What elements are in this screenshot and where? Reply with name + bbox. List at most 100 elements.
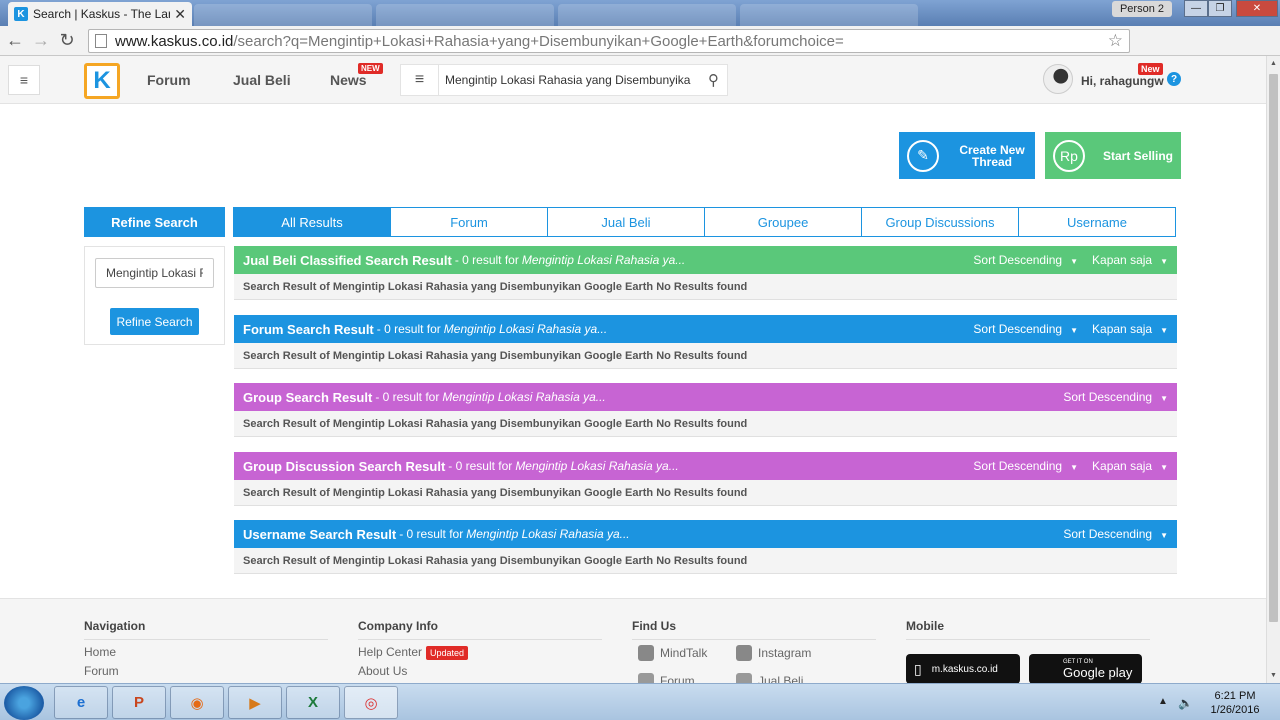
tab-title: Search | Kaskus - The Larg bbox=[33, 7, 171, 21]
start-selling-label: Start Selling bbox=[1102, 148, 1173, 163]
caret-down-icon: ▼ bbox=[1160, 463, 1168, 472]
window-close-icon[interactable]: ✕ bbox=[1236, 0, 1278, 17]
reload-icon[interactable]: ↻ bbox=[56, 30, 78, 52]
result-query: Mengintip Lokasi Rahasia ya... bbox=[515, 459, 679, 473]
time-dropdown[interactable]: Kapan saja ▼ bbox=[1092, 322, 1168, 336]
browser-tab[interactable] bbox=[558, 4, 736, 26]
tab-forum[interactable]: Forum bbox=[390, 207, 548, 237]
caret-down-icon: ▼ bbox=[1160, 257, 1168, 266]
internet-explorer-icon[interactable]: e bbox=[54, 686, 108, 719]
hamburger-menu-icon[interactable]: ≡ bbox=[8, 65, 40, 95]
tray-expand-icon[interactable]: ▲ bbox=[1158, 696, 1168, 707]
search-category-menu-icon[interactable]: ≡ bbox=[401, 65, 439, 95]
tab-groupee[interactable]: Groupee bbox=[704, 207, 862, 237]
user-greeting[interactable]: Hi, rahagungw bbox=[1081, 74, 1164, 88]
tab-close-icon[interactable]: ✕ bbox=[174, 6, 186, 23]
result-group-discussion: Group Discussion Search Result - 0 resul… bbox=[234, 452, 1177, 506]
browser-tab-active[interactable]: K Search | Kaskus - The Larg ✕ bbox=[8, 2, 192, 26]
tab-all-results[interactable]: All Results bbox=[233, 207, 391, 237]
nav-forum[interactable]: Forum bbox=[147, 72, 191, 88]
clock-time: 6:21 PM bbox=[1214, 690, 1256, 702]
footer-link-instagram[interactable]: Instagram bbox=[736, 645, 811, 661]
caret-down-icon: ▼ bbox=[1160, 326, 1168, 335]
result-query: Mengintip Lokasi Rahasia ya... bbox=[521, 253, 686, 267]
nav-news[interactable]: News bbox=[330, 72, 367, 88]
help-icon[interactable]: ? bbox=[1167, 72, 1181, 86]
time-label: Kapan saja bbox=[1092, 253, 1153, 267]
pencil-icon: ✎ bbox=[907, 139, 939, 172]
forward-icon[interactable]: → bbox=[30, 30, 52, 52]
tab-group-discussions[interactable]: Group Discussions bbox=[861, 207, 1019, 237]
result-header: Group Discussion Search Result - 0 resul… bbox=[234, 452, 1177, 480]
nav-jual-beli[interactable]: Jual Beli bbox=[233, 72, 291, 88]
footer-link-mindtalk[interactable]: MindTalk bbox=[638, 645, 707, 661]
mobile-site-button[interactable]: ▯ m.kaskus.co.id bbox=[906, 654, 1020, 684]
refine-search-box: Refine Search bbox=[84, 246, 225, 345]
footer-heading: Mobile bbox=[906, 619, 1150, 640]
footer-heading: Navigation bbox=[84, 619, 328, 640]
search-icon[interactable]: ⚲ bbox=[708, 71, 719, 89]
time-dropdown[interactable]: Kapan saja ▼ bbox=[1092, 459, 1168, 473]
result-header: Forum Search Result - 0 result for Mengi… bbox=[234, 315, 1177, 343]
scrollbar-thumb[interactable] bbox=[1269, 74, 1278, 622]
media-player-icon[interactable]: ▶ bbox=[228, 686, 282, 719]
social-label: MindTalk bbox=[660, 646, 708, 660]
bookmark-star-icon[interactable]: ☆ bbox=[1108, 31, 1123, 51]
kaskus-logo[interactable]: K bbox=[84, 63, 120, 99]
browser-tab[interactable] bbox=[740, 4, 918, 26]
refine-search-button[interactable]: Refine Search bbox=[110, 308, 199, 335]
caret-down-icon: ▼ bbox=[1070, 326, 1079, 335]
excel-icon[interactable]: X bbox=[286, 686, 340, 719]
header-search: ≡ ⚲ bbox=[400, 64, 728, 96]
user-new-badge: New bbox=[1138, 63, 1163, 75]
volume-icon[interactable]: 🔈 bbox=[1178, 696, 1193, 710]
sort-dropdown[interactable]: Sort Descending ▼ bbox=[1063, 527, 1168, 541]
caret-down-icon: ▼ bbox=[1160, 394, 1168, 403]
profile-button[interactable]: Person 2 bbox=[1111, 1, 1172, 17]
scroll-down-icon[interactable]: ▼ bbox=[1270, 672, 1277, 679]
result-username: Username Search Result - 0 result for Me… bbox=[234, 520, 1177, 574]
google-play-button[interactable]: GET IT ON Google play bbox=[1029, 654, 1142, 684]
result-body: Search Result of Mengintip Lokasi Rahasi… bbox=[234, 343, 1177, 369]
browser-tab[interactable] bbox=[376, 4, 554, 26]
back-icon[interactable]: ← bbox=[4, 30, 26, 52]
sort-label: Sort Descending bbox=[973, 322, 1063, 336]
avatar[interactable] bbox=[1043, 64, 1073, 94]
address-bar[interactable]: www.kaskus.co.id/search?q=Mengintip+Loka… bbox=[88, 29, 1130, 53]
footer-link-forum[interactable]: Forum bbox=[84, 664, 328, 678]
time-label: Kapan saja bbox=[1092, 322, 1153, 336]
tab-jual-beli[interactable]: Jual Beli bbox=[547, 207, 705, 237]
footer-link-home[interactable]: Home bbox=[84, 645, 328, 659]
create-new-thread-button[interactable]: ✎ Create New Thread bbox=[899, 132, 1035, 179]
sort-dropdown[interactable]: Sort Descending ▼ bbox=[973, 253, 1078, 267]
maximize-icon[interactable]: ❐ bbox=[1208, 0, 1232, 17]
firefox-icon[interactable]: ◉ bbox=[170, 686, 224, 719]
sort-dropdown[interactable]: Sort Descending ▼ bbox=[973, 459, 1078, 473]
powerpoint-icon[interactable]: P bbox=[112, 686, 166, 719]
result-title: Username Search Result bbox=[243, 526, 397, 542]
result-query: Mengintip Lokasi Rahasia ya... bbox=[443, 322, 608, 336]
time-dropdown[interactable]: Kapan saja ▼ bbox=[1092, 253, 1168, 267]
minimize-icon[interactable]: — bbox=[1184, 0, 1208, 17]
page-scrollbar[interactable]: ▲ ▼ bbox=[1266, 56, 1280, 683]
updated-badge: Updated bbox=[426, 645, 469, 660]
result-count: - 0 result for bbox=[454, 253, 519, 267]
chrome-icon[interactable]: ◎ bbox=[344, 686, 398, 719]
sort-dropdown[interactable]: Sort Descending ▼ bbox=[1063, 390, 1168, 404]
footer-link-help-center[interactable]: Help Center bbox=[358, 645, 422, 659]
instagram-icon bbox=[736, 645, 752, 661]
browser-tab[interactable] bbox=[194, 4, 372, 26]
refine-search-title: Refine Search bbox=[84, 207, 225, 237]
result-body: Search Result of Mengintip Lokasi Rahasi… bbox=[234, 411, 1177, 437]
sort-dropdown[interactable]: Sort Descending ▼ bbox=[973, 322, 1078, 336]
windows-start-icon[interactable] bbox=[4, 686, 44, 720]
result-body: Search Result of Mengintip Lokasi Rahasi… bbox=[234, 548, 1177, 574]
tab-username[interactable]: Username bbox=[1018, 207, 1176, 237]
start-selling-button[interactable]: Rp Start Selling bbox=[1045, 132, 1181, 179]
footer-link-about-us[interactable]: About Us bbox=[358, 664, 602, 678]
scroll-up-icon[interactable]: ▲ bbox=[1270, 60, 1277, 67]
clock[interactable]: 6:21 PM 1/26/2016 bbox=[1200, 689, 1270, 717]
result-tabs: All Results Forum Jual Beli Groupee Grou… bbox=[233, 207, 1176, 237]
refine-search-input[interactable] bbox=[95, 258, 214, 288]
header-search-input[interactable] bbox=[445, 71, 693, 89]
